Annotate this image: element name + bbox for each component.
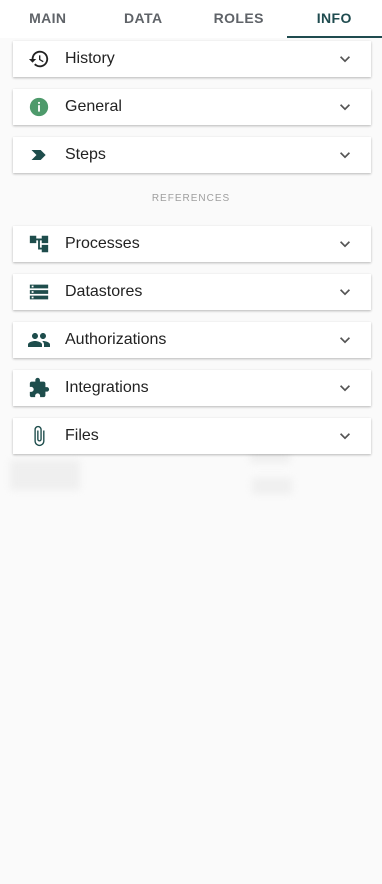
panel-general[interactable]: General [13, 89, 371, 125]
chevron-down-icon[interactable] [331, 41, 359, 77]
chevron-down-icon[interactable] [331, 226, 359, 262]
panel-authorizations[interactable]: Authorizations [13, 322, 371, 358]
history-icon [13, 41, 65, 77]
panel-label: Processes [65, 235, 140, 252]
datastore-icon [13, 274, 65, 310]
chevron-down-icon[interactable] [331, 322, 359, 358]
blur-shape [252, 478, 292, 494]
tab-main[interactable]: MAIN [0, 0, 96, 36]
panel-datastores[interactable]: Datastores [13, 274, 371, 310]
chevron-down-icon[interactable] [331, 418, 359, 454]
panel-label: Datastores [65, 283, 143, 300]
panel-steps[interactable]: Steps [13, 137, 371, 173]
panel-label: Authorizations [65, 331, 167, 348]
panel-label: Integrations [65, 379, 149, 396]
panel-label: General [65, 98, 122, 115]
panel-processes[interactable]: Processes [13, 226, 371, 262]
tab-info[interactable]: INFO [286, 0, 382, 38]
panel-history[interactable]: History [13, 41, 371, 77]
reference-panels: Processes Datastores Authorizations Inte… [13, 226, 371, 466]
paperclip-icon [13, 418, 65, 454]
puzzle-icon [13, 370, 65, 406]
chevron-down-icon[interactable] [331, 274, 359, 310]
panel-label: History [65, 50, 115, 67]
tab-data[interactable]: DATA [96, 0, 192, 36]
chevron-down-icon[interactable] [331, 89, 359, 125]
process-tree-icon [13, 226, 65, 262]
panel-label: Files [65, 427, 99, 444]
chevron-down-icon[interactable] [331, 370, 359, 406]
section-header-references: REFERENCES [151, 193, 231, 204]
people-icon [13, 322, 65, 358]
tab-roles[interactable]: ROLES [191, 0, 287, 36]
panel-integrations[interactable]: Integrations [13, 370, 371, 406]
info-panels: History General Steps [13, 41, 371, 185]
chevron-down-icon[interactable] [331, 137, 359, 173]
panel-files[interactable]: Files [13, 418, 371, 454]
panel-label: Steps [65, 146, 106, 163]
tab-bar: MAIN DATA ROLES INFO [0, 0, 382, 38]
step-icon [13, 137, 65, 173]
info-icon [13, 89, 65, 125]
